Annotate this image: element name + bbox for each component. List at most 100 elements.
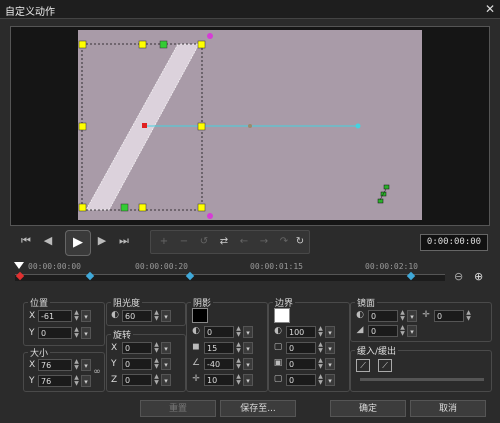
move-left-icon[interactable]: ← (235, 234, 253, 250)
zoom-in-icon[interactable]: ⊕ (474, 270, 483, 283)
size-y-spinner[interactable]: ▲ ▼ (73, 375, 80, 387)
fade-slider-track[interactable] (360, 378, 484, 381)
shadow-angle-dropdown[interactable]: ▾ (243, 358, 253, 370)
mirror-extra-spinner[interactable]: ▲ ▼ (465, 310, 472, 322)
next-frame-icon[interactable]: ▶ (92, 231, 112, 251)
rotation-x-spinner[interactable]: ▲ ▼ (153, 342, 160, 354)
shadow-angle-input[interactable]: -40 (204, 358, 234, 370)
add-keyframe-icon[interactable]: + (155, 234, 173, 250)
rotation-z-input[interactable]: 0 (122, 374, 152, 386)
size-x-spinner[interactable]: ▲ ▼ (73, 359, 80, 371)
rotation-y-input[interactable]: 0 (122, 358, 152, 370)
position-x-dropdown[interactable]: ▾ (81, 310, 91, 322)
shadow-color-swatch[interactable] (192, 308, 208, 323)
opacity-input[interactable]: 60 (122, 310, 152, 322)
rotation-label: 旋转 (111, 328, 134, 341)
save-as-button[interactable]: 保存至... (220, 400, 296, 417)
shadow-angle-spinner[interactable]: ▲ ▼ (235, 358, 242, 370)
mirror-gap-input[interactable]: 0 (368, 325, 398, 337)
cancel-button[interactable]: 取消 (410, 400, 486, 417)
link-icon[interactable]: ∞ (92, 367, 102, 377)
position-y-spinner[interactable]: ▲ ▼ (73, 327, 80, 339)
go-to-end-icon[interactable]: ⏭ (114, 231, 134, 251)
go-to-start-icon[interactable]: ⏮ (16, 231, 36, 251)
playback-controls: ⏮ ◀ ▶ ▶ ⏭ + − ↺ ⇄ ← → ↷ ↻ (10, 227, 488, 256)
mirror-opacity-icon: ◐ (356, 310, 364, 320)
border-softness-dropdown[interactable]: ▾ (325, 358, 335, 370)
position-label: 位置 (28, 296, 51, 309)
border-width-dropdown[interactable]: ▾ (325, 342, 335, 354)
shadow-blur-dropdown[interactable]: ▾ (243, 342, 253, 354)
border-softness-spinner[interactable]: ▲ ▼ (317, 358, 324, 370)
shadow-blur-input[interactable]: 15 (204, 342, 234, 354)
fade-in-icon[interactable]: ⟋ (356, 359, 370, 372)
shadow-distance-input[interactable]: 10 (204, 374, 234, 386)
shadow-opacity-input[interactable]: 0 (204, 326, 234, 338)
rotation-x-dropdown[interactable]: ▾ (161, 342, 171, 354)
remove-keyframe-icon[interactable]: − (175, 234, 193, 250)
rotation-y-dropdown[interactable]: ▾ (161, 358, 171, 370)
size-y-dropdown[interactable]: ▾ (81, 375, 91, 387)
handle (120, 203, 129, 212)
play-button[interactable]: ▶ (65, 230, 91, 256)
shadow-opacity-spinner[interactable]: ▲ ▼ (235, 326, 242, 338)
opacity-dropdown[interactable]: ▾ (161, 310, 171, 322)
rotation-z-dropdown[interactable]: ▾ (161, 374, 171, 386)
mirror-gap-spinner[interactable]: ▲ ▼ (399, 325, 406, 337)
border-round-spinner[interactable]: ▲ ▼ (317, 374, 324, 386)
mirror-gap-dropdown[interactable]: ▾ (407, 325, 417, 337)
keyframe-toolbar: + − ↺ ⇄ ← → ↷ ↻ (150, 230, 310, 254)
position-y-dropdown[interactable]: ▾ (81, 327, 91, 339)
refresh-icon[interactable]: ↻ (291, 234, 309, 250)
keyframe-marker[interactable] (85, 271, 95, 281)
zoom-out-icon[interactable]: ⊖ (454, 270, 463, 283)
shadow-angle-icon: ∠ (191, 358, 201, 368)
border-width-input[interactable]: 0 (286, 342, 316, 354)
mirror-opacity-spinner[interactable]: ▲ ▼ (399, 310, 406, 322)
reset-button[interactable]: 重置 (140, 400, 216, 417)
dialog-buttons: 重置 保存至... 确定 取消 (0, 396, 500, 423)
shadow-distance-dropdown[interactable]: ▾ (243, 374, 253, 386)
previous-frame-icon[interactable]: ◀ (38, 231, 58, 251)
keyframe-marker[interactable] (185, 271, 195, 281)
shadow-blur-spinner[interactable]: ▲ ▼ (235, 342, 242, 354)
fade-label: 缓入/缓出 (355, 344, 399, 357)
handle (78, 40, 87, 49)
border-round-input[interactable]: 0 (286, 374, 316, 386)
playhead[interactable] (14, 262, 24, 269)
rotation-y-spinner[interactable]: ▲ ▼ (153, 358, 160, 370)
opacity-label: 阻光度 (111, 296, 143, 309)
border-width-spinner[interactable]: ▲ ▼ (317, 342, 324, 354)
rotate-handle (207, 33, 213, 39)
mirror-extra-input[interactable]: 0 (434, 310, 464, 322)
swap-icon[interactable]: ⇄ (215, 234, 233, 250)
shadow-distance-spinner[interactable]: ▲ ▼ (235, 374, 242, 386)
mirror-opacity-dropdown[interactable]: ▾ (407, 310, 417, 322)
tick-label: 00:00:02:10 (365, 262, 418, 271)
position-x-spinner[interactable]: ▲ ▼ (73, 310, 80, 322)
ok-button[interactable]: 确定 (330, 400, 406, 417)
keyframe-marker[interactable] (15, 271, 25, 281)
rotation-z-spinner[interactable]: ▲ ▼ (153, 374, 160, 386)
border-softness-input[interactable]: 0 (286, 358, 316, 370)
keyframe-marker[interactable] (406, 271, 416, 281)
move-right-icon[interactable]: → (255, 234, 273, 250)
reverse-icon[interactable]: ↺ (195, 234, 213, 250)
position-x-input[interactable]: -61 (38, 310, 72, 322)
size-x-input[interactable]: 76 (38, 359, 72, 371)
opacity-spinner[interactable]: ▲ ▼ (153, 310, 160, 322)
border-opacity-dropdown[interactable]: ▾ (325, 326, 335, 338)
border-color-swatch[interactable] (274, 308, 290, 323)
size-y-input[interactable]: 76 (38, 375, 72, 387)
border-round-dropdown[interactable]: ▾ (325, 374, 335, 386)
timeline-ruler[interactable] (15, 271, 445, 281)
shadow-opacity-dropdown[interactable]: ▾ (243, 326, 253, 338)
mirror-opacity-input[interactable]: 0 (368, 310, 398, 322)
rotation-x-input[interactable]: 0 (122, 342, 152, 354)
border-opacity-input[interactable]: 100 (286, 326, 316, 338)
position-y-input[interactable]: 0 (38, 327, 72, 339)
fade-out-icon[interactable]: ⟋ (378, 359, 392, 372)
size-x-dropdown[interactable]: ▾ (81, 359, 91, 371)
timecode-display[interactable]: 0:00:00:00 (420, 234, 488, 251)
border-opacity-spinner[interactable]: ▲ ▼ (317, 326, 324, 338)
